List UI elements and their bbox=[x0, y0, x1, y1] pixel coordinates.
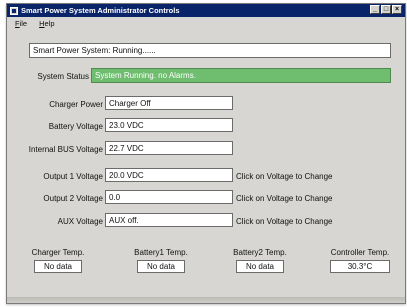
battery1-temp-label: Battery1 Temp. bbox=[134, 248, 188, 257]
title-bar[interactable]: Smart Power System Administrator Control… bbox=[7, 4, 405, 17]
charger-power-field[interactable]: Charger Off bbox=[105, 96, 233, 110]
output1-hint: Click on Voltage to Change bbox=[236, 172, 333, 181]
system-state-field: Smart Power System: Running...... bbox=[29, 43, 391, 58]
aux-voltage-label: AUX Voltage bbox=[57, 217, 103, 226]
output2-hint: Click on Voltage to Change bbox=[236, 194, 333, 203]
internal-bus-voltage-label: Internal BUS Voltage bbox=[28, 145, 103, 154]
window-bottom-edge bbox=[7, 297, 405, 303]
output2-voltage-field[interactable]: 0.0 bbox=[105, 190, 233, 204]
aux-voltage-field[interactable]: AUX off. bbox=[105, 213, 233, 227]
app-icon bbox=[10, 6, 18, 15]
battery1-temp-field: No data bbox=[137, 260, 185, 273]
internal-bus-voltage-field: 22.7 VDC bbox=[105, 141, 233, 155]
controller-temp-label: Controller Temp. bbox=[330, 248, 390, 257]
battery-voltage-field: 23.0 VDC bbox=[105, 118, 233, 132]
charger-temp-label: Charger Temp. bbox=[31, 248, 85, 257]
output1-voltage-label: Output 1 Voltage bbox=[43, 172, 103, 181]
aux-hint: Click on Voltage to Change bbox=[236, 217, 333, 226]
system-status-label: System Status bbox=[37, 72, 89, 81]
battery2-temp-field: No data bbox=[236, 260, 284, 273]
window-controls: _ □ × bbox=[370, 5, 402, 14]
menu-bar: File Help bbox=[7, 17, 405, 30]
menu-file[interactable]: File bbox=[15, 19, 27, 28]
main-window: Smart Power System Administrator Control… bbox=[6, 3, 406, 304]
battery2-temp-label: Battery2 Temp. bbox=[233, 248, 287, 257]
window-title: Smart Power System Administrator Control… bbox=[21, 6, 180, 15]
minimize-icon[interactable]: _ bbox=[370, 5, 380, 14]
controller-temp-field: 30.3°C bbox=[330, 260, 390, 273]
close-icon[interactable]: × bbox=[392, 5, 402, 14]
output1-voltage-field[interactable]: 20.0 VDC bbox=[105, 168, 233, 182]
charger-temp-field: No data bbox=[34, 260, 82, 273]
menu-help[interactable]: Help bbox=[39, 19, 54, 28]
maximize-icon[interactable]: □ bbox=[381, 5, 391, 14]
system-status-field: System Running. no Alarms. bbox=[91, 68, 391, 83]
output2-voltage-label: Output 2 Voltage bbox=[43, 194, 103, 203]
charger-power-label: Charger Power bbox=[49, 100, 103, 109]
battery-voltage-label: Battery Voltage bbox=[48, 122, 103, 131]
